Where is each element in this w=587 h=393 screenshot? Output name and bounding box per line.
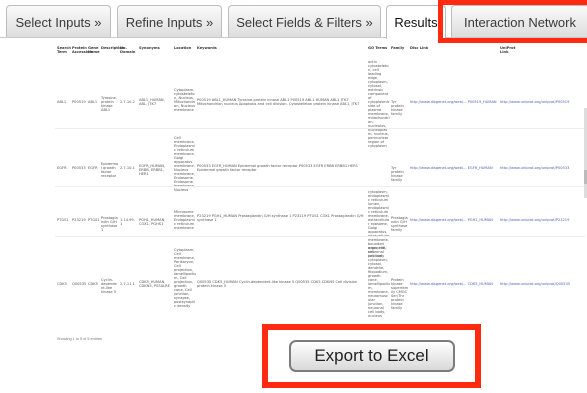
- col-header-location[interactable]: Location: [174, 46, 194, 50]
- cell-term: PTGS1: [57, 218, 69, 222]
- cell-synonyms: CDK5_HUMAN, CDKN5, PSSALRE: [139, 280, 170, 288]
- cell-uniprot-link[interactable]: http://www.uniprot.org/uniprot/Q00535: [500, 282, 584, 286]
- cell-keywords: P00533 EGFR_HUMAN Epidermal growth facto…: [197, 164, 359, 172]
- tab-select-inputs[interactable]: Select Inputs »: [6, 5, 111, 38]
- cell-gene: EGFR: [88, 166, 98, 170]
- cell-family: Tyr protein kinase family: [391, 100, 404, 116]
- cell-family: Prostaglandin G/H synthase family: [391, 216, 408, 232]
- cell-accession: P23219: [72, 218, 86, 222]
- col-header-description[interactable]: Description: [101, 46, 124, 50]
- cell-location: Cytoplasm, Cell membrane, Perikaryon, Ce…: [174, 248, 196, 308]
- col-header-family[interactable]: Family: [391, 46, 411, 50]
- row-divider: [55, 128, 585, 129]
- tab-results[interactable]: Results: [386, 5, 446, 39]
- cell-domain: 2.7.10.2: [120, 100, 135, 104]
- cell-gene: CDK5: [88, 282, 98, 286]
- cell-location: Cytoplasm, cytoskeleton, Nucleus, Mitoch…: [174, 88, 196, 112]
- cell-family: Tyr protein kinase family: [391, 166, 404, 182]
- cell-synonyms: PGH1_HUMAN, COX1, PGHS1: [139, 218, 166, 226]
- cell-description: Cyclin-dependent-like kinase 5: [101, 278, 117, 294]
- cell-domain: 2.7.10.1: [120, 166, 135, 170]
- cell-term: CDK5: [57, 282, 67, 286]
- tab-refine-inputs[interactable]: Refine Inputs »: [117, 5, 222, 38]
- cell-synonyms: EGFR_HUMAN, ERBB, ERBB1, HER1: [139, 164, 166, 176]
- cell-domain: 1.14.99.1: [120, 218, 135, 226]
- cell-go-terms: actin cytoskeleton, cell leading edge, c…: [368, 60, 390, 148]
- cell-uniprot-link[interactable]: http://www.uniprot.org/uniprot/P00519: [500, 100, 584, 104]
- cell-family: Protein kinase superfamily CMGC Ser/Thr …: [391, 278, 409, 310]
- table-header: Search Term Protein Accession Gene Name …: [0, 46, 587, 54]
- cell-keywords: Q00535 CDK5_HUMAN Cyclin-dependent-like …: [197, 280, 358, 288]
- table-info-text: Showing 1 to 5 of 5 entries: [57, 337, 102, 341]
- row-divider: [55, 236, 585, 237]
- cell-keywords: P00519 ABL1_HUMAN Tyrosine-protein kinas…: [197, 98, 360, 106]
- col-header-synonyms[interactable]: Synonyms: [139, 46, 160, 50]
- cell-description: Tyrosine-protein kinase ABL1: [101, 96, 118, 112]
- cell-go-terms: axon, cell-cell junction, cytoplasm, cyt…: [368, 246, 390, 318]
- cell-domain: 2.7.11.1: [120, 282, 135, 286]
- col-header-disc-link[interactable]: Disc Link: [410, 46, 430, 50]
- row-divider: [55, 186, 585, 187]
- col-header-keywords[interactable]: Keywords: [197, 46, 217, 50]
- cell-description: Epidermal growth factor receptor: [101, 162, 119, 178]
- col-header-domain[interactable]: No. Domain: [120, 46, 140, 54]
- cell-disc-link[interactable]: http://www.disgenet.org/web/... P00519_H…: [410, 100, 498, 104]
- cell-accession: P00519: [72, 100, 86, 104]
- cell-disc-link[interactable]: http://www.disgenet.org/web/... CDK5_HUM…: [410, 282, 498, 286]
- cell-uniprot-link[interactable]: http://www.uniprot.org/uniprot/P00533: [500, 166, 584, 170]
- export-to-excel-button[interactable]: Export to Excel: [288, 340, 455, 372]
- cell-accession: Q00535: [72, 282, 87, 286]
- cell-location: Microsome membrane, Endoplasmic reticulu…: [174, 210, 195, 230]
- cell-accession: P00533: [72, 166, 86, 170]
- cell-keywords: P23219 PGH1_HUMAN Prostaglandin G/H synt…: [197, 214, 364, 222]
- results-table: Search Term Protein Accession Gene Name …: [0, 40, 587, 320]
- col-header-go-terms[interactable]: GO Terms: [368, 46, 388, 50]
- tab-select-fields-filters[interactable]: Select Fields & Filters »: [228, 5, 381, 38]
- cell-disc-link[interactable]: http://www.disgenet.org/web/... EGFR_HUM…: [410, 166, 498, 170]
- cell-synonyms: ABL1_HUMAN, ABL, JTK7: [139, 98, 165, 106]
- cell-description: Prostaglandin G/H synthase 1: [101, 216, 118, 232]
- col-header-uniprot-link[interactable]: UniProt Link: [500, 46, 520, 54]
- cell-gene: ABL1: [88, 100, 98, 104]
- tab-highlight-box: [438, 0, 587, 43]
- cell-location: Cell membrane, Endoplasmic reticulum mem…: [174, 136, 195, 192]
- cell-disc-link[interactable]: http://www.disgenet.org/web/... PGH1_HUM…: [410, 218, 498, 222]
- cell-uniprot-link[interactable]: http://www.uniprot.org/uniprot/P23219: [500, 218, 584, 222]
- cell-term: ABL1: [57, 100, 67, 104]
- cell-gene: PTGS1: [88, 218, 100, 222]
- export-highlight-box: Export to Excel: [262, 324, 481, 388]
- cell-term: EGFR: [57, 166, 67, 170]
